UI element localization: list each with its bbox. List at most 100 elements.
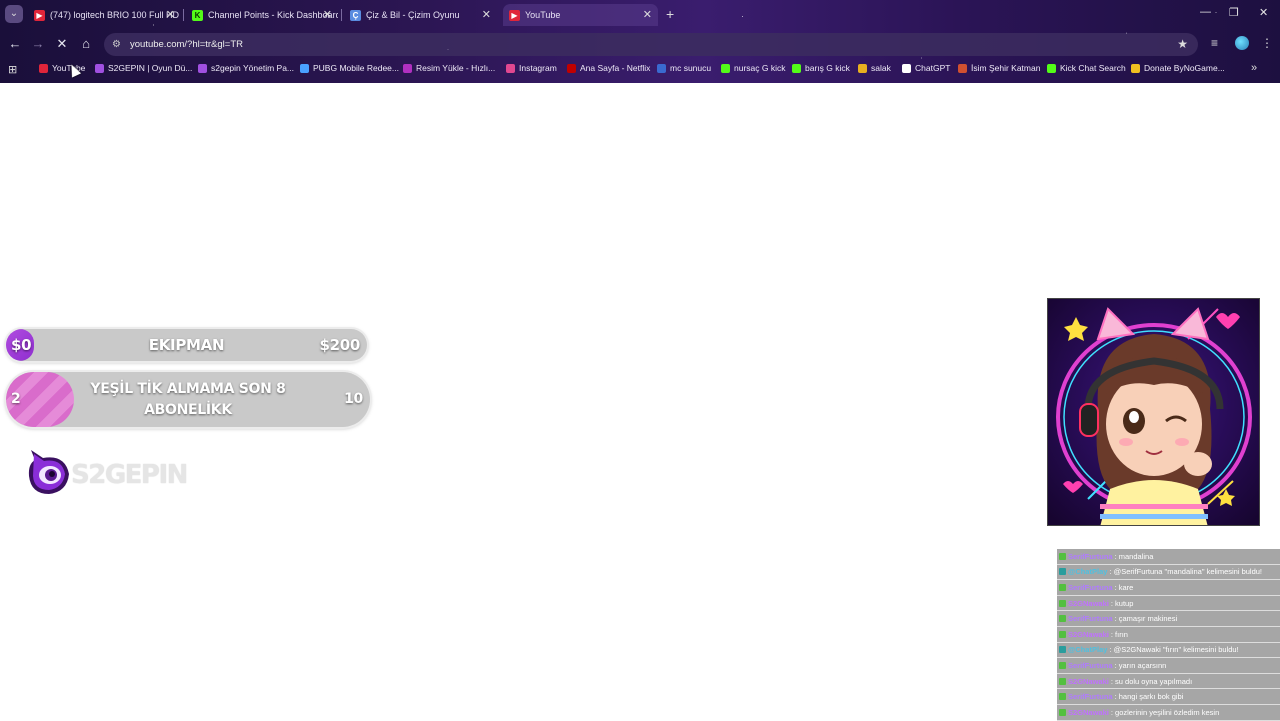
menu-kebab-icon[interactable]: ⋮ [1261, 36, 1273, 50]
chat-text: : mandalina [1114, 551, 1154, 561]
tab-4-active[interactable]: ▶ YouTube ✕ [503, 4, 658, 26]
tab-1[interactable]: ▶ (747) logitech BRIO 100 Full HD ✕ [28, 4, 181, 26]
back-icon[interactable]: ← [6, 36, 24, 51]
close-window-icon[interactable]: ✕ [1259, 6, 1268, 19]
goal-target: $200 [319, 336, 360, 354]
bookmark-label: salak [871, 63, 891, 73]
youtube-favicon-icon: ▶ [509, 9, 520, 21]
logo-text: S2GEPIN [71, 460, 188, 490]
chat-text: : @SerifFurtuna "mandalina" kelimesini b… [1109, 567, 1263, 577]
tab-separator [183, 9, 184, 21]
kick-icon [721, 63, 730, 73]
subscriber-goal-bar: 2 YEŞİL TİK ALMAMA SON 8 ABONELİKK 10 [6, 372, 370, 427]
goal-title: YEŞİL TİK ALMAMA SON 8 ABONELİKK [76, 379, 300, 421]
pubg-icon [300, 63, 309, 73]
chat-message: S2GNawaki: su dolu oyna yapılmadı [1057, 673, 1280, 690]
new-tab-button[interactable]: + [666, 6, 674, 22]
chat-text: : hangi şarkı bok gibi [1114, 692, 1184, 702]
chat-message: SerifFurtuna: kare [1057, 580, 1280, 596]
bookmark-label: nursaç G kick [734, 63, 786, 73]
user-badge-icon [1059, 677, 1066, 685]
bookmark-star-icon[interactable]: ★ [1177, 37, 1188, 51]
goal-title-line: YEŞİL TİK ALMAMA SON 8 [90, 381, 286, 397]
profile-avatar[interactable] [1235, 36, 1249, 50]
browser-chrome: ⌄ ▶ (747) logitech BRIO 100 Full HD ✕ K … [0, 0, 1280, 83]
instagram-icon [506, 63, 515, 73]
chat-message: SerifFurtuna: çamaşır makinesi [1057, 611, 1280, 627]
chat-message: SerifFurtuna: mandalina [1057, 549, 1280, 565]
tab-2[interactable]: K Channel Points - Kick Dashboard ✕ [186, 4, 338, 26]
bookmark-item[interactable]: S2GEPIN | Oyun Dü... [95, 63, 192, 73]
forward-icon[interactable]: → [29, 36, 47, 51]
kick-favicon-icon: K [192, 9, 203, 21]
channel-logo: S2GEPIN [25, 444, 188, 500]
server-icon [657, 63, 666, 73]
bookmark-item[interactable]: Kick Chat Search [1047, 63, 1126, 73]
user-badge-icon [1059, 693, 1066, 701]
maximize-icon[interactable]: ❐ [1229, 6, 1239, 19]
drawing-game-favicon-icon: Ç [350, 9, 361, 21]
close-tab-icon[interactable]: ✕ [166, 8, 175, 21]
bookmark-item[interactable]: nursaç G kick [721, 63, 786, 73]
home-icon[interactable]: ⌂ [77, 36, 95, 51]
toolbar: ← → ✕ ⌂ ⚙ youtube.com/?hl=tr&gl=TR ★ ≡ ⋮ [0, 31, 1280, 58]
bookmark-label: ChatGPT [915, 63, 951, 73]
media-controls-icon[interactable]: ≡ [1211, 36, 1218, 50]
bookmark-item[interactable]: mc sunucu [657, 63, 711, 73]
cat-ear-girl-avatar-icon [1048, 299, 1259, 525]
goal-title: EKIPMAN [148, 336, 225, 354]
apps-grid-icon[interactable]: ⊞ [8, 63, 17, 76]
stream-chat-overlay: SerifFurtuna: mandalina @ChatPlay: @Serif… [1057, 549, 1280, 721]
user-badge-icon [1059, 615, 1066, 623]
bookmark-item[interactable]: salak [858, 63, 891, 73]
url-text[interactable]: youtube.com/?hl=tr&gl=TR [130, 39, 243, 50]
chat-message: SerifFurtuna: yarın açarsınn [1057, 658, 1280, 674]
tab-title: Channel Points - Kick Dashboard [208, 10, 338, 20]
bookmark-label: İsim Şehir Katman [971, 63, 1041, 73]
bookmark-item[interactable]: s2gepin Yönetim Pa... [198, 63, 294, 73]
more-bookmarks-icon[interactable]: » [1251, 62, 1257, 74]
tab-strip: ⌄ ▶ (747) logitech BRIO 100 Full HD ✕ K … [0, 0, 1280, 29]
stop-loading-icon[interactable]: ✕ [53, 36, 71, 52]
tab-search-icon[interactable]: ⌄ [5, 5, 23, 23]
chat-username: SerifFurtuna [1068, 660, 1113, 670]
chat-username: SerifFurtuna [1068, 582, 1113, 592]
goal-target: 10 [344, 391, 363, 407]
s2gepin-icon [198, 63, 207, 73]
chat-text: : su dolu oyna yapılmadı [1110, 676, 1193, 686]
bookmark-item[interactable]: ChatGPT [902, 63, 950, 73]
address-bar[interactable]: ⚙ youtube.com/?hl=tr&gl=TR ★ [104, 33, 1198, 56]
chat-message: S2GNawaki: fırın [1057, 626, 1280, 643]
close-tab-icon[interactable]: ✕ [643, 8, 652, 21]
bookmark-item[interactable]: Ana Sayfa - Netflix [567, 63, 650, 73]
bookmark-label: Kick Chat Search [1060, 63, 1126, 73]
chat-message: SerifFurtuna: hangi şarkı bok gibi [1057, 689, 1280, 705]
tab-3[interactable]: Ç Çiz & Bil - Çizim Oyunu ✕ [344, 4, 497, 26]
chat-message: @ChatPlay: @SerifFurtuna "mandalina" kel… [1057, 564, 1280, 581]
chat-username: @ChatPlay [1068, 567, 1108, 577]
bookmark-label: PUBG Mobile Redee... [313, 63, 399, 73]
bookmark-item[interactable]: PUBG Mobile Redee... [300, 63, 399, 73]
bookmarks-bar: ⊞ YouTube S2GEPIN | Oyun Dü... s2gepin Y… [0, 60, 1280, 80]
netflix-icon [567, 63, 576, 73]
bookmark-item[interactable]: barış G kick [792, 63, 850, 73]
bookmark-item[interactable]: Donate ByNoGame... [1131, 63, 1225, 73]
close-tab-icon[interactable]: ✕ [482, 8, 491, 21]
tab-title: Çiz & Bil - Çizim Oyunu [366, 10, 460, 20]
tab-separator [341, 9, 342, 21]
minimize-icon[interactable]: — [1200, 6, 1211, 18]
chat-text: : gozlerinin yeşilini özledim kesin [1110, 707, 1220, 717]
chat-message: S2GNawaki: kutup [1057, 595, 1280, 612]
close-tab-icon[interactable]: ✕ [323, 8, 332, 21]
user-badge-icon [1059, 661, 1066, 669]
bookmark-label: Instagram [519, 63, 557, 73]
bookmark-item[interactable]: Resim Yükle - Hızlı... [403, 63, 495, 73]
chat-text: : fırın [1110, 629, 1128, 639]
user-badge-icon [1059, 646, 1066, 654]
bookmark-item[interactable]: İsim Şehir Katman [958, 63, 1040, 73]
site-settings-icon[interactable]: ⚙ [112, 39, 124, 50]
streamer-avatar-card [1047, 298, 1260, 526]
chat-username: @ChatPlay [1068, 645, 1108, 655]
user-badge-icon [1059, 583, 1066, 591]
bookmark-item[interactable]: Instagram [506, 63, 557, 73]
